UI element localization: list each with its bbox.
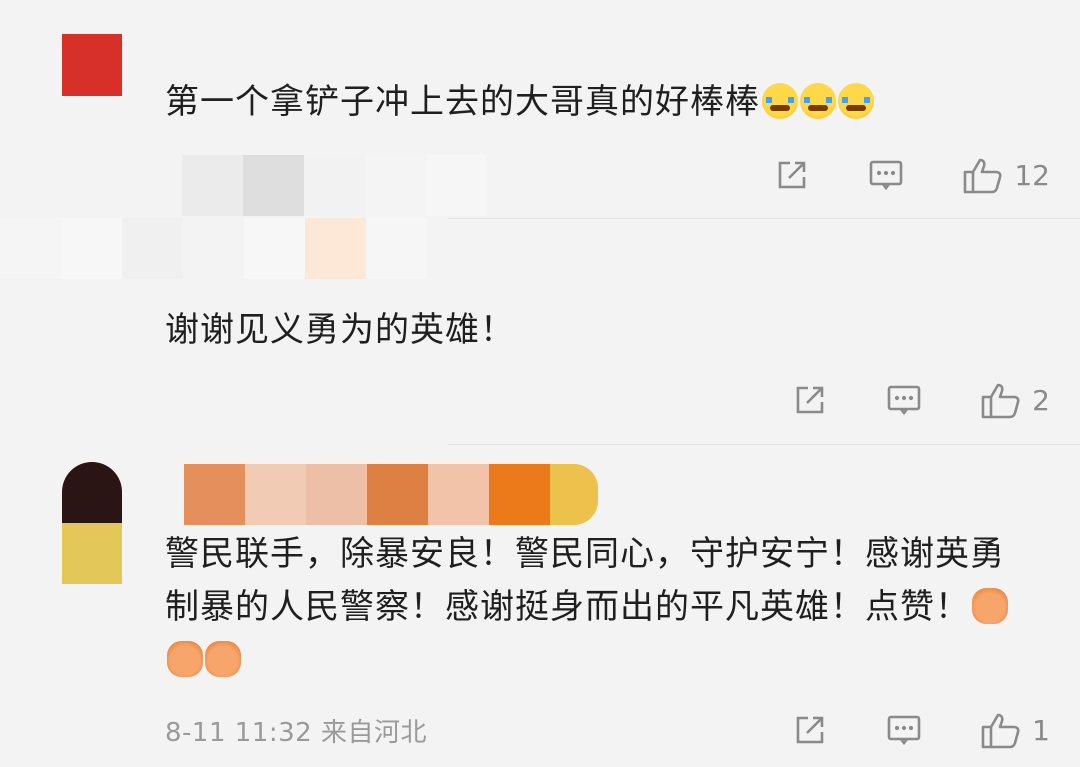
comment-icon	[870, 160, 903, 191]
crying-face-emoji	[800, 83, 836, 119]
comment-meta: 8-11 11:32 来自河北	[165, 718, 427, 748]
reply-button[interactable]	[886, 382, 922, 418]
share-button[interactable]	[792, 382, 828, 418]
comment-item: 第一个拿铲子冲上去的大哥真的好棒棒 12	[0, 0, 1080, 218]
thumbs-up-icon	[964, 158, 1002, 194]
share-icon	[796, 386, 824, 414]
comment-item: 警民联手，除暴安良！警民同心，守护安宁！感谢英勇制暴的人民警察！感谢挺身而出的平…	[0, 444, 1080, 767]
comment-icon	[887, 385, 921, 416]
comment-text: 第一个拿铲子冲上去的大哥真的好棒棒	[165, 76, 1040, 129]
thumbs-up-icon	[981, 383, 1020, 419]
comment-text: 谢谢见义勇为的英雄！	[165, 310, 515, 350]
share-icon	[779, 161, 806, 189]
username-mosaic	[182, 155, 487, 216]
palms-together-emoji	[167, 641, 203, 677]
comment-actions: 1	[734, 710, 1050, 750]
share-icon	[796, 716, 824, 744]
share-button[interactable]	[774, 157, 810, 193]
avatar[interactable]	[62, 462, 122, 584]
palms-together-emoji	[972, 588, 1008, 624]
like-count: 12	[1014, 158, 1050, 192]
like-button[interactable]: 1	[980, 710, 1050, 750]
comment-actions: 12	[716, 155, 1050, 195]
comment-icon	[887, 715, 921, 746]
like-count: 2	[1032, 383, 1050, 417]
like-button[interactable]: 2	[980, 380, 1050, 420]
palms-together-emoji	[205, 641, 241, 677]
reply-button[interactable]	[868, 157, 904, 193]
like-button[interactable]: 12	[962, 155, 1050, 195]
crying-face-emoji	[838, 83, 874, 119]
comment-text: 警民联手，除暴安良！警民同心，守护安宁！感谢英勇制暴的人民警察！感谢挺身而出的平…	[165, 528, 1035, 687]
share-button[interactable]	[792, 712, 828, 748]
reply-button[interactable]	[886, 712, 922, 748]
avatar[interactable]	[62, 34, 122, 96]
comment-actions: 2	[734, 380, 1050, 420]
like-count: 1	[1032, 713, 1050, 747]
comment-item: 谢谢见义勇为的英雄！ 2	[0, 218, 1080, 444]
username-mosaic	[184, 464, 598, 525]
crying-face-emoji	[762, 83, 798, 119]
thumbs-up-icon	[981, 713, 1020, 749]
